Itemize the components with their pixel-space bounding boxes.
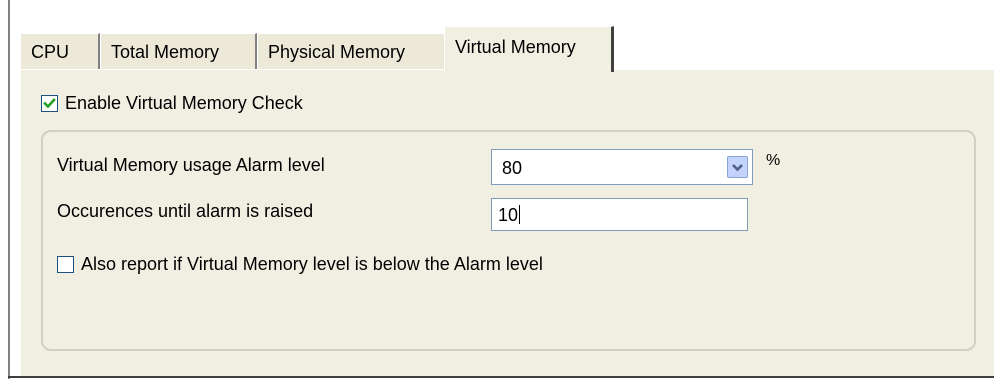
text-caret	[519, 205, 521, 224]
memory-monitor-settings: CPU Total Memory Physical Memory Virtual…	[0, 0, 994, 379]
occurrences-label: Occurences until alarm is raised	[57, 201, 314, 221]
alarm-level-label: Virtual Memory usage Alarm level	[57, 155, 325, 175]
tab-cpu-label: CPU	[31, 42, 70, 62]
virtual-memory-page: Enable Virtual Memory Check Virtual Memo…	[20, 69, 994, 376]
alarm-level-dropdown[interactable]: 80	[491, 149, 753, 185]
tab-virtual-memory[interactable]: Virtual Memory	[444, 26, 614, 72]
window-top-band	[10, 0, 994, 20]
chevron-down-icon	[732, 164, 743, 172]
window-left-edge	[8, 0, 10, 379]
enable-virtual-memory-label: Enable Virtual Memory Check	[65, 93, 303, 113]
occurrences-input[interactable]: 10	[491, 198, 748, 231]
dropdown-button[interactable]	[727, 156, 748, 178]
tab-cpu[interactable]: CPU	[20, 33, 100, 69]
report-below-label: Also report if Virtual Memory level is b…	[81, 254, 543, 274]
alarm-level-value: 80	[502, 158, 523, 178]
window-bottom-edge	[8, 376, 994, 378]
tab-virtual-memory-label: Virtual Memory	[455, 37, 576, 57]
checkmark-icon	[43, 98, 56, 109]
tab-total-memory-label: Total Memory	[111, 42, 220, 62]
occurrences-value: 10	[498, 205, 519, 225]
enable-virtual-memory-checkbox[interactable]	[41, 95, 58, 112]
percent-unit-label: %	[766, 152, 781, 169]
tab-total-memory[interactable]: Total Memory	[100, 33, 257, 69]
tab-strip: CPU Total Memory Physical Memory Virtual…	[20, 20, 994, 72]
tab-physical-memory-label: Physical Memory	[268, 42, 406, 62]
report-below-checkbox[interactable]	[57, 256, 74, 273]
tab-physical-memory[interactable]: Physical Memory	[257, 33, 447, 69]
